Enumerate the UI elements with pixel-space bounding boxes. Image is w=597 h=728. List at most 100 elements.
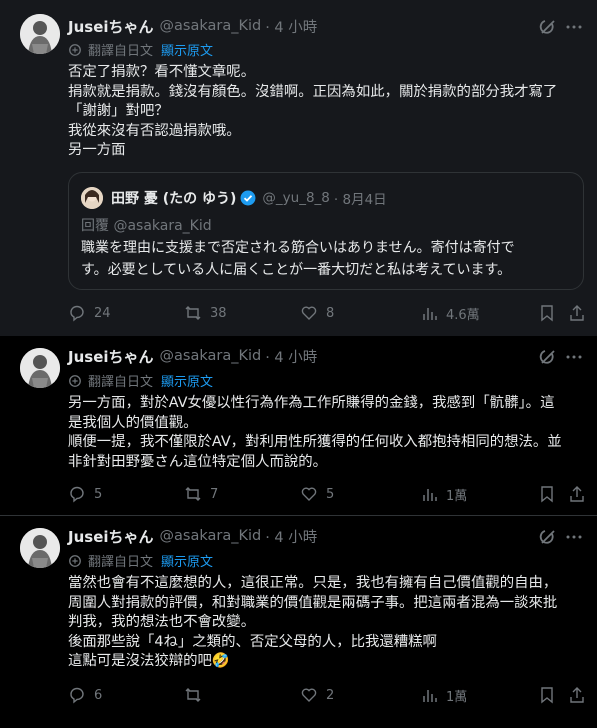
text-line: 後面那些說「4ね」之類的、否定父母的人，比我還糟糕啊 (68, 633, 437, 650)
text-line: 另一方面，對於AV女優以性行為作為工作所賺得的金錢，我感到「骯髒」。這 (68, 395, 555, 411)
more-icon[interactable] (565, 348, 583, 366)
avatar[interactable] (20, 14, 60, 54)
repost-icon (185, 306, 201, 320)
share-icon (570, 305, 584, 321)
text-line: 另一方面 (68, 142, 126, 158)
action-bar: 6 2 1萬 (68, 686, 588, 706)
bookmark-icon (541, 305, 553, 322)
display-name[interactable]: Juseiちゃん (68, 526, 154, 547)
like-count: 2 (326, 687, 335, 703)
translate-label: 翻譯自日文 (88, 555, 154, 570)
reply-count: 6 (94, 687, 103, 703)
view-count: 1萬 (446, 489, 468, 504)
views-button[interactable]: 4.6萬 (420, 304, 480, 323)
share-icon (570, 486, 584, 502)
reply-button[interactable]: 24 (68, 304, 111, 322)
reply-button[interactable]: 6 (68, 686, 102, 704)
repost-count: 7 (210, 486, 219, 502)
show-original-link[interactable]: 顯示原文 (161, 551, 213, 570)
heart-icon (301, 688, 317, 702)
repost-icon (185, 487, 201, 501)
like-button[interactable]: 8 (300, 304, 334, 322)
tweet[interactable]: Juseiちゃん @asakara_Kid · 4 小時 翻譯自日文 顯示原文 … (0, 0, 597, 336)
like-count: 8 (326, 305, 335, 321)
translation-notice: 翻譯自日文 顯示原文 (68, 371, 213, 390)
quoted-tweet[interactable]: 田野 憂 (たの ゆう) @_yu_8_8 · 8月4日 回覆 @asakara… (68, 172, 584, 290)
text-line: 否定了捐款？看不懂文章呢。 (68, 64, 256, 80)
like-button[interactable]: 5 (300, 485, 334, 503)
grok-icon[interactable] (539, 528, 557, 546)
handle[interactable]: @asakara_Kid (160, 348, 262, 364)
avatar[interactable] (81, 187, 103, 209)
quote-header: 田野 憂 (たの ゆう) @_yu_8_8 · 8月4日 (81, 187, 387, 209)
text-line: 「謝謝」對吧？ (68, 103, 169, 119)
text-line: 捐款就是捐款。錢沒有顏色。沒錯啊。正因為如此，關於捐款的部分我才寫了 (68, 83, 558, 100)
heart-icon (301, 487, 317, 501)
reply-icon (70, 486, 84, 503)
tweet-header: Juseiちゃん @asakara_Kid · 4 小時 (68, 526, 317, 546)
repost-count: 38 (210, 305, 227, 321)
view-count: 4.6萬 (446, 308, 480, 323)
reply-icon (70, 687, 84, 704)
show-original-link[interactable]: 顯示原文 (161, 371, 213, 390)
translate-label: 翻譯自日文 (88, 375, 154, 390)
repost-button[interactable] (184, 686, 210, 704)
avatar[interactable] (20, 528, 60, 568)
share-button[interactable] (568, 686, 594, 704)
quote-text: 職業を理由に支援まで否定される筋合いはありません。寄付は寄付で す。必要としてい… (81, 237, 571, 281)
avatar[interactable] (20, 348, 60, 388)
display-name[interactable]: Juseiちゃん (68, 16, 154, 37)
display-name[interactable]: 田野 憂 (たの ゆう) (111, 188, 236, 208)
text-line: 職業を理由に支援まで否定される筋合いはありません。寄付は寄付で (81, 240, 515, 256)
timestamp[interactable]: · 4 小時 (265, 346, 317, 367)
analytics-icon (423, 307, 437, 320)
tweet-text: 否定了捐款？看不懂文章呢。 捐款就是捐款。錢沒有顏色。沒錯啊。正因為如此，關於捐… (68, 63, 588, 161)
translate-icon (68, 554, 82, 568)
reply-icon (70, 305, 84, 322)
share-icon (570, 687, 584, 703)
views-button[interactable]: 1萬 (420, 686, 467, 705)
tweet-header: Juseiちゃん @asakara_Kid · 4 小時 (68, 16, 317, 36)
tweet-text: 當然也會有不這麼想的人，這很正常。只是，我也有擁有自己價值觀的自由， 周圍人對捐… (68, 574, 588, 672)
text-line: 非針對田野憂さん這位特定個人而說的。 (68, 453, 328, 470)
more-icon[interactable] (565, 528, 583, 546)
repost-button[interactable]: 7 (184, 485, 218, 503)
reply-context[interactable]: 回覆 @asakara_Kid (81, 215, 212, 235)
bookmark-button[interactable] (538, 686, 564, 704)
grok-icon[interactable] (539, 348, 557, 366)
tweet[interactable]: Juseiちゃん @asakara_Kid · 4 小時 翻譯自日文 顯示原文 … (0, 516, 597, 728)
text-line: 是我個人的價值觀。 (68, 414, 198, 431)
text-line: 當然也會有不這麼想的人，這很正常。只是，我也有擁有自己價值觀的自由， (68, 575, 558, 591)
timestamp[interactable]: · 4 小時 (265, 526, 317, 547)
show-original-link[interactable]: 顯示原文 (161, 40, 213, 59)
heart-icon (301, 306, 317, 320)
handle[interactable]: @_yu_8_8 (262, 190, 329, 206)
views-button[interactable]: 1萬 (420, 485, 467, 504)
like-button[interactable]: 2 (300, 686, 334, 704)
more-icon[interactable] (565, 18, 583, 36)
tweet-header: Juseiちゃん @asakara_Kid · 4 小時 (68, 346, 317, 366)
bookmark-button[interactable] (538, 304, 564, 322)
text-line: す。必要としている人に届くことが一番大切だと私は考えています。 (81, 262, 512, 278)
timestamp[interactable]: · 4 小時 (265, 16, 317, 37)
repost-button[interactable]: 38 (184, 304, 227, 322)
share-button[interactable] (568, 485, 594, 503)
analytics-icon (423, 689, 437, 702)
translate-icon (68, 43, 82, 57)
timestamp[interactable]: · 8月4日 (334, 188, 387, 208)
tweet-text: 另一方面，對於AV女優以性行為作為工作所賺得的金錢，我感到「骯髒」。這 是我個人… (68, 394, 588, 472)
grok-icon[interactable] (539, 18, 557, 36)
text-line: 這點可是沒法狡辯的吧🤣 (68, 653, 230, 669)
bookmark-icon (541, 486, 553, 503)
share-button[interactable] (568, 304, 594, 322)
analytics-icon (423, 488, 437, 501)
translation-notice: 翻譯自日文 顯示原文 (68, 551, 213, 570)
bookmark-icon (541, 687, 553, 704)
handle[interactable]: @asakara_Kid (160, 18, 262, 34)
tweet[interactable]: Juseiちゃん @asakara_Kid · 4 小時 翻譯自日文 顯示原文 … (0, 336, 597, 516)
reply-button[interactable]: 5 (68, 485, 102, 503)
display-name[interactable]: Juseiちゃん (68, 346, 154, 367)
text-line: 我從來沒有否認過捐款哦。 (68, 122, 241, 139)
bookmark-button[interactable] (538, 485, 564, 503)
handle[interactable]: @asakara_Kid (160, 528, 262, 544)
